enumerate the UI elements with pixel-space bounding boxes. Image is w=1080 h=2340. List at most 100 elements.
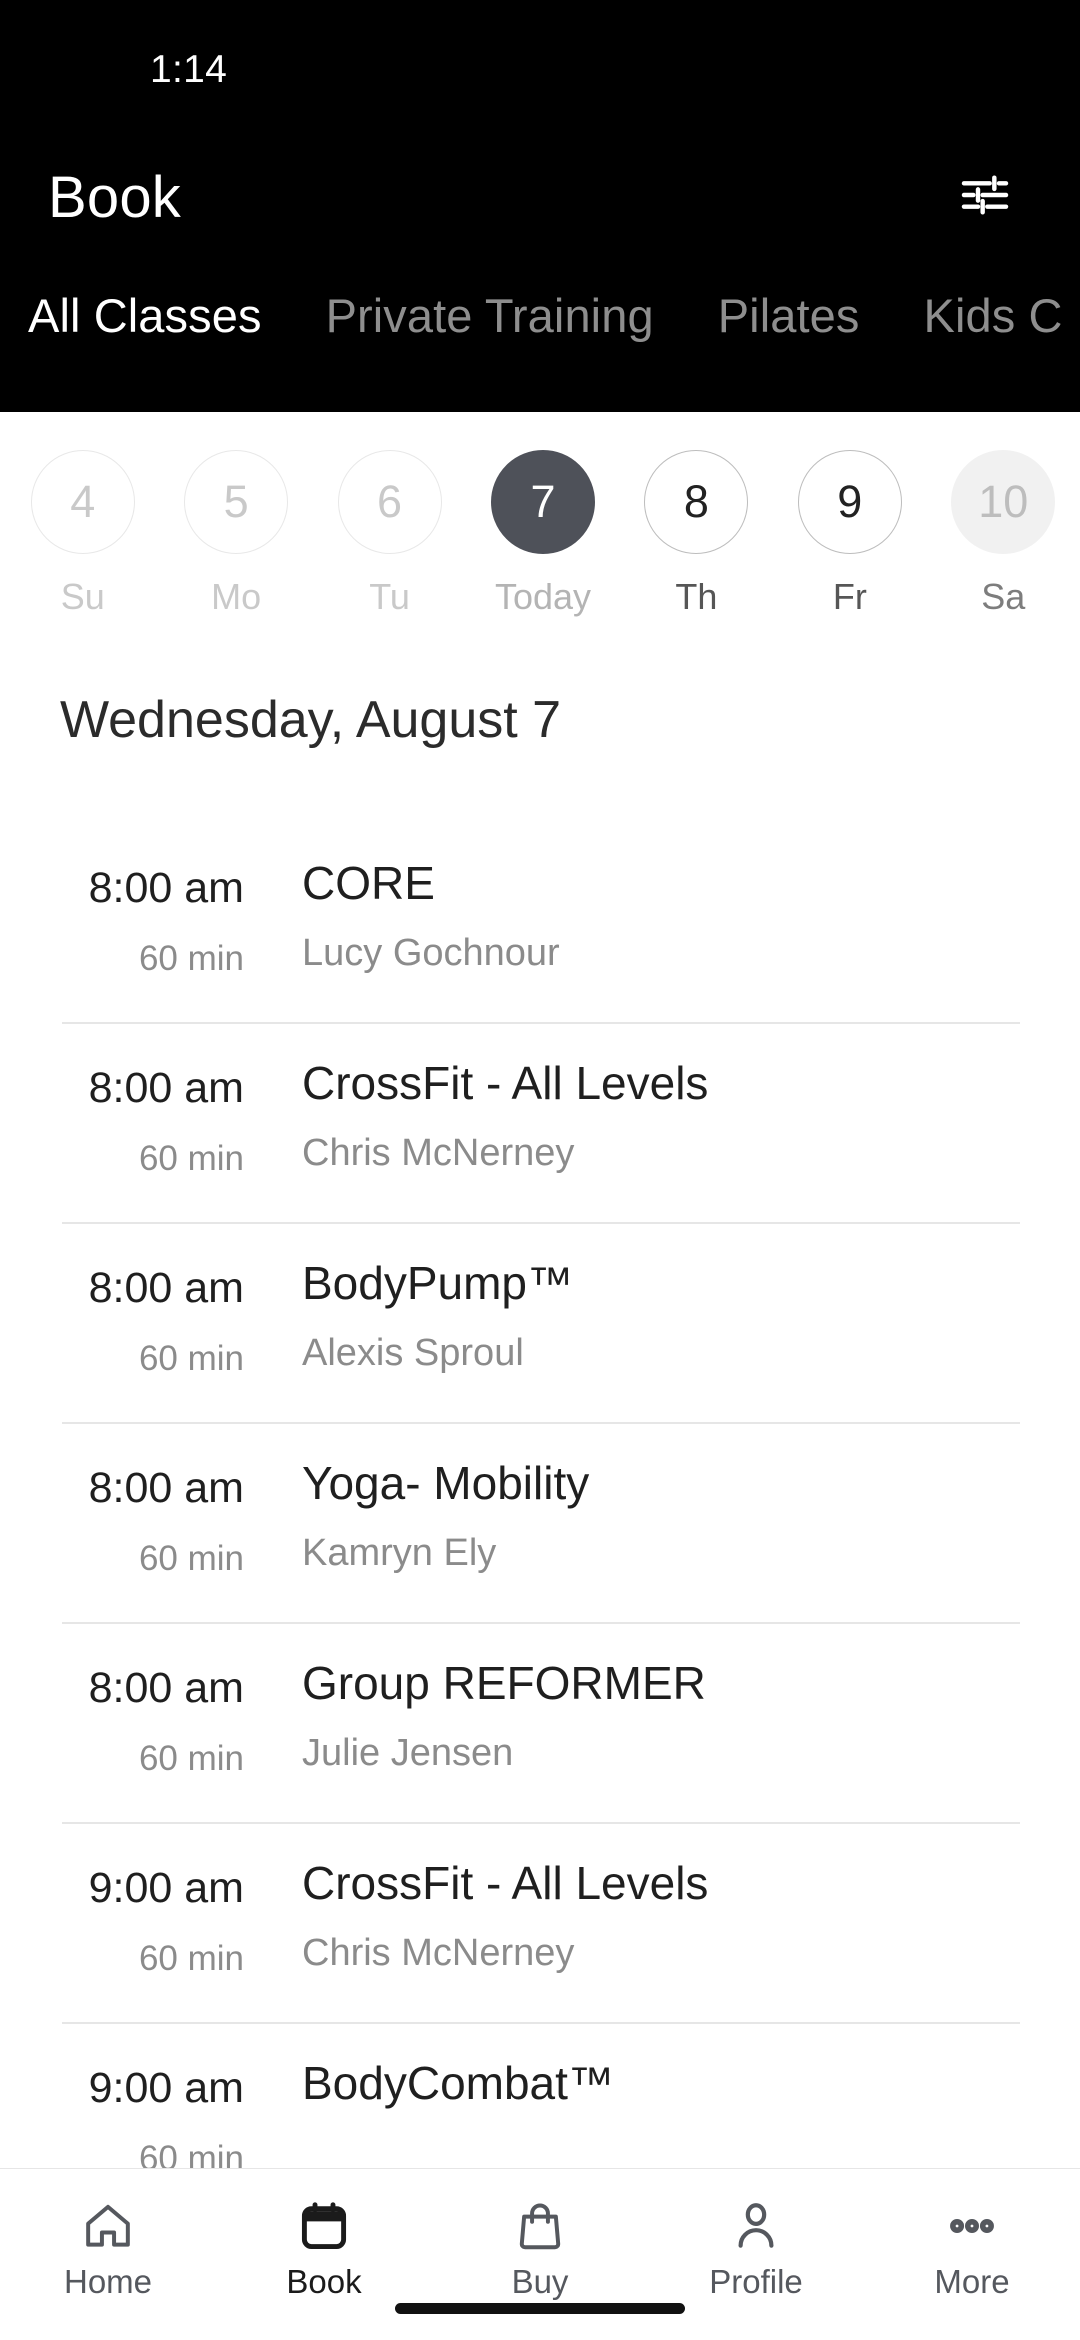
day-number: 7 [490, 450, 595, 554]
bottom-navigation: Home Book Buy Profile More [0, 2168, 1080, 2340]
class-row[interactable]: 9:00 am 60 min CrossFit - All Levels Chr… [0, 1822, 1080, 2022]
class-list[interactable]: 8:00 am 60 min CORE Lucy Gochnour 8:00 a… [0, 822, 1080, 2168]
class-name: CORE [302, 857, 435, 909]
class-coach: Kamryn Ely [302, 1532, 497, 1574]
bag-icon [512, 2195, 568, 2257]
day-item-8[interactable]: 8 Th [620, 450, 773, 618]
day-weekday: Th [675, 576, 718, 617]
class-time-column: 9:00 am 60 min [0, 2022, 302, 2168]
nav-item-book[interactable]: Book [216, 2195, 432, 2301]
class-duration: 60 min [138, 1539, 244, 1578]
nav-label: More [934, 2263, 1010, 2300]
page-title: Book [48, 165, 181, 230]
class-info-column: Group REFORMER Julie Jensen [302, 1622, 706, 1775]
class-coach: Chris McNerney [302, 1932, 575, 1974]
class-name: CrossFit - All Levels [302, 1057, 709, 1109]
person-icon [728, 2195, 784, 2257]
class-time: 8:00 am [88, 1264, 244, 1312]
status-bar: 1:14 [0, 0, 1080, 140]
day-weekday: Sa [981, 576, 1026, 617]
class-coach: Alexis Sproul [302, 1332, 524, 1374]
day-weekday: Today [494, 576, 592, 617]
day-weekday: Fr [832, 576, 867, 617]
tab-all-classes[interactable]: All Classes [28, 288, 262, 343]
day-weekday: Mo [211, 576, 262, 617]
day-item-4[interactable]: 4 Su [6, 450, 159, 618]
class-time-column: 8:00 am 60 min [0, 1422, 302, 1579]
nav-item-profile[interactable]: Profile [648, 2195, 864, 2301]
class-time: 8:00 am [88, 1464, 244, 1512]
home-icon [80, 2195, 136, 2257]
day-weekday: Su [60, 576, 105, 617]
app-header: 1:14 Book All Classes Private Training P… [0, 0, 1080, 412]
day-number: 10 [951, 450, 1056, 554]
class-time-column: 8:00 am 60 min [0, 1222, 302, 1379]
class-info-column: BodyCombat™ [302, 2022, 614, 2132]
title-row: Book [0, 140, 1080, 255]
day-item-6[interactable]: 6 Tu [313, 450, 466, 618]
status-bar-clock: 1:14 [150, 48, 228, 91]
day-number: 8 [644, 450, 749, 554]
class-duration: 60 min [138, 2139, 244, 2168]
day-number: 9 [797, 450, 902, 554]
nav-label: Profile [709, 2263, 803, 2300]
category-tabs: All Classes Private Training Pilates Kid… [0, 255, 1080, 375]
class-row[interactable]: 8:00 am 60 min CrossFit - All Levels Chr… [0, 1022, 1080, 1222]
tab-kids-classes[interactable]: Kids C [924, 288, 1063, 343]
home-indicator [395, 2303, 685, 2314]
class-row[interactable]: 8:00 am 60 min Group REFORMER Julie Jens… [0, 1622, 1080, 1822]
class-info-column: CORE Lucy Gochnour [302, 822, 560, 975]
day-item-5[interactable]: 5 Mo [159, 450, 312, 618]
tab-private-training[interactable]: Private Training [326, 288, 654, 343]
class-info-column: CrossFit - All Levels Chris McNerney [302, 1822, 708, 1975]
class-time-column: 9:00 am 60 min [0, 1822, 302, 1979]
day-number: 5 [184, 450, 289, 554]
class-name: CrossFit - All Levels [302, 1857, 709, 1909]
class-duration: 60 min [138, 1939, 244, 1978]
day-weekday: Tu [369, 576, 410, 617]
ellipsis-icon [944, 2195, 1000, 2257]
class-time: 9:00 am [88, 2064, 244, 2112]
calendar-icon [296, 2195, 352, 2257]
class-coach: Julie Jensen [302, 1732, 514, 1774]
day-item-10[interactable]: 10 Sa [927, 450, 1080, 618]
class-duration: 60 min [138, 939, 244, 978]
class-info-column: Yoga- Mobility Kamryn Ely [302, 1422, 589, 1575]
class-time-column: 8:00 am 60 min [0, 1622, 302, 1779]
nav-item-more[interactable]: More [864, 2195, 1080, 2301]
class-name: Yoga- Mobility [302, 1457, 590, 1509]
class-coach: Lucy Gochnour [302, 932, 560, 974]
class-time: 8:00 am [88, 1064, 244, 1112]
nav-label: Buy [511, 2263, 569, 2300]
class-duration: 60 min [138, 1339, 244, 1378]
day-selector[interactable]: 4 Su 5 Mo 6 Tu 7 Today 8 Th 9 Fr 10 Sa [0, 412, 1080, 662]
day-number: 6 [337, 450, 442, 554]
class-name: BodyPump™ [302, 1257, 574, 1309]
class-time-column: 8:00 am 60 min [0, 1022, 302, 1179]
tab-pilates[interactable]: Pilates [718, 288, 860, 343]
nav-item-home[interactable]: Home [0, 2195, 216, 2301]
class-duration: 60 min [138, 1739, 244, 1778]
class-row[interactable]: 8:00 am 60 min Yoga- Mobility Kamryn Ely [0, 1422, 1080, 1622]
nav-item-buy[interactable]: Buy [432, 2195, 648, 2301]
day-number: 4 [30, 450, 135, 554]
day-item-7-today[interactable]: 7 Today [466, 450, 619, 618]
class-row[interactable]: 9:00 am 60 min BodyCombat™ [0, 2022, 1080, 2168]
tune-sliders-icon [957, 167, 1013, 228]
class-duration: 60 min [138, 1139, 244, 1178]
class-info-column: BodyPump™ Alexis Sproul [302, 1222, 573, 1375]
class-info-column: CrossFit - All Levels Chris McNerney [302, 1022, 708, 1175]
class-coach: Chris McNerney [302, 1132, 575, 1174]
filter-button[interactable] [950, 163, 1020, 233]
class-time-column: 8:00 am 60 min [0, 822, 302, 979]
day-item-9[interactable]: 9 Fr [773, 450, 926, 618]
class-name: BodyCombat™ [302, 2057, 614, 2109]
class-time: 8:00 am [88, 864, 244, 912]
class-row[interactable]: 8:00 am 60 min BodyPump™ Alexis Sproul [0, 1222, 1080, 1422]
class-row[interactable]: 8:00 am 60 min CORE Lucy Gochnour [0, 822, 1080, 1022]
selected-date-heading: Wednesday, August 7 [60, 691, 562, 749]
nav-label: Home [63, 2263, 153, 2300]
nav-label: Book [286, 2263, 362, 2300]
class-name: Group REFORMER [302, 1657, 706, 1709]
class-time: 9:00 am [88, 1864, 244, 1912]
